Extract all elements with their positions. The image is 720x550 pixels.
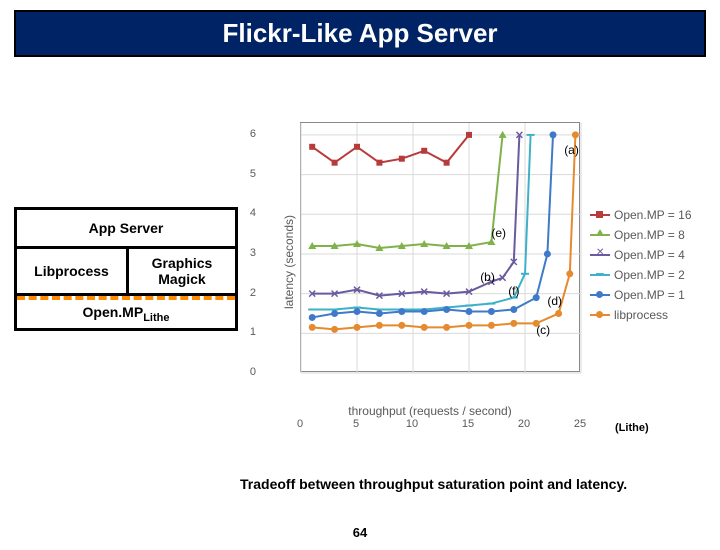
y-tick: 0 [240,366,256,378]
chart-area: latency (seconds) throughput (requests /… [260,112,700,417]
diagram-app-label: App Server [89,220,164,236]
legend-item: Open.MP = 8 [590,228,692,242]
y-tick: 2 [240,287,256,299]
chart-annotation: (e) [491,226,506,240]
legend-item: libprocess [590,308,692,322]
legend-item: Open.MP = 1 [590,288,692,302]
content-area: App Server Libprocess Graphics Magick Op… [0,57,720,497]
legend-item: ✕ Open.MP = 4 [590,248,692,262]
legend-line [590,234,610,236]
diagram-omp-sub: Lithe [143,312,169,324]
diagram-app-row: App Server [17,210,235,249]
y-tick: 4 [240,207,256,219]
x-tick: 0 [297,418,303,430]
y-tick: 6 [240,128,256,140]
legend-label: Open.MP = 16 [614,208,692,222]
legend-label: Open.MP = 1 [614,288,685,302]
chart-annotation: (a) [564,143,579,157]
chart-annotation: (b) [480,270,495,284]
chart-annotation: (f) [508,284,519,298]
legend-label: Open.MP = 4 [614,248,685,262]
page-number: 64 [353,525,367,540]
y-tick: 1 [240,326,256,338]
x-axis-label: throughput (requests / second) [348,404,511,418]
x-tick: 10 [406,418,418,430]
legend-line: – [590,274,610,276]
slide-title: Flickr-Like App Server [222,18,497,48]
slide-title-bar: Flickr-Like App Server [14,10,706,57]
diagram-omp-label: Open.MP [83,304,144,320]
x-tick: 15 [462,418,474,430]
legend-line [590,314,610,316]
chart-annotation: (c) [536,323,550,337]
diagram-gm-label: Graphics Magick [152,255,213,287]
architecture-diagram: App Server Libprocess Graphics Magick Op… [14,207,238,331]
x-tick: 20 [518,418,530,430]
chart-annotation: (d) [547,294,562,308]
lithe-label: (Lithe) [615,422,649,434]
diagram-libprocess-cell: Libprocess [17,249,126,293]
legend-item: – Open.MP = 2 [590,268,692,282]
legend-label: libprocess [614,308,668,322]
diagram-libprocess-label: Libprocess [34,263,109,279]
legend-item: Open.MP = 16 [590,208,692,222]
caption: Tradeoff between throughput saturation p… [240,476,627,492]
diagram-mid-row: Libprocess Graphics Magick [17,249,235,296]
legend-line: ✕ [590,254,610,256]
diagram-omp-row: Open.MPLithe [17,296,235,328]
y-axis-label: latency (seconds) [282,215,296,309]
legend-label: Open.MP = 8 [614,228,685,242]
y-tick: 5 [240,168,256,180]
x-tick: 5 [353,418,359,430]
legend-label: Open.MP = 2 [614,268,685,282]
x-tick: 25 [574,418,586,430]
plot: (a) (e) (b) (f) (d) (c) [300,122,580,372]
legend-line [590,294,610,296]
plot-wrapper: latency (seconds) throughput (requests /… [260,112,600,412]
y-tick: 3 [240,247,256,259]
diagram-gm-cell: Graphics Magick [126,249,235,293]
legend: Open.MP = 16 Open.MP = 8 ✕ Open.MP = 4 – Open… [590,202,692,328]
legend-line [590,214,610,216]
